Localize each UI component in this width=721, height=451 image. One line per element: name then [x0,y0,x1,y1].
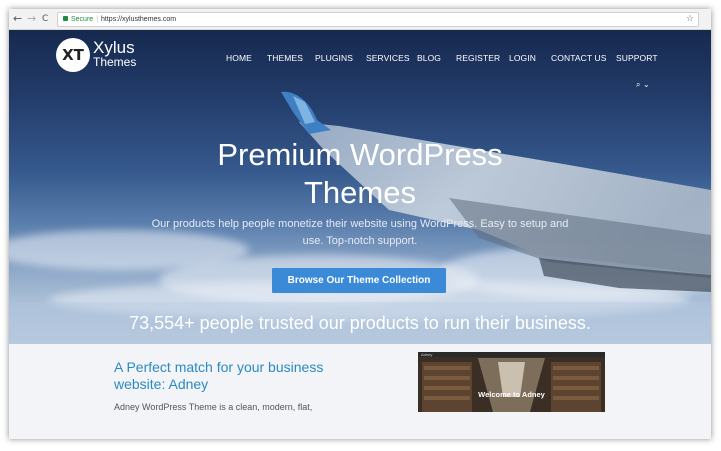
url-text: https://xylusthemes.com [101,16,177,23]
nav-home[interactable]: HOME [226,53,252,63]
search-icon[interactable]: ⌕ ⌄ [636,80,650,90]
preview-caption: Welcome to Adney [478,390,545,399]
nav-support[interactable]: SUPPORT [616,53,658,63]
hero-section: XT Xylus Themes HOME THEMES PLUGINS SERV… [9,30,711,344]
brand-tagline[interactable]: Themes [93,55,136,69]
secure-label: Secure [71,16,94,23]
nav-register[interactable]: REGISTER [456,53,500,63]
address-bar[interactable]: Secure | https://xylusthemes.com ☆ [57,12,699,27]
nav-contact-us[interactable]: CONTACT US [551,53,606,63]
preview-brand: Adney [421,352,433,357]
feature-heading: A Perfect match for your business websit… [114,359,324,392]
lock-icon [63,15,68,21]
hero-subtitle: Our products help people monetize their … [151,218,569,247]
browser-window: ← → C Secure|https://xylusthemes.com ☆ [9,9,711,439]
bookmark-star-icon[interactable]: ☆ [686,13,694,26]
nav-blog[interactable]: BLOG [417,53,441,63]
reload-icon[interactable]: C [42,12,48,26]
browser-toolbar: ← → C Secure | https://xylusthemes.com ☆ [9,9,711,30]
browse-themes-button[interactable]: Browse Our Theme Collection [272,268,446,293]
feature-section: A Perfect match for your business websit… [9,344,711,439]
feature-description: Adney WordPress Theme is a clean, modern… [114,402,313,412]
library-illustration [418,352,605,412]
hero-title-line1: Premium WordPress [217,137,503,172]
nav-login[interactable]: LOGIN [509,53,536,63]
nav-themes[interactable]: THEMES [267,53,303,63]
hero-title-line2: Themes [304,175,416,210]
nav-plugins[interactable]: PLUGINS [315,53,353,63]
trust-statement: 73,554+ people trusted our products to r… [129,313,591,333]
preview-topbar [418,352,605,357]
site-logo-mark[interactable]: XT [56,38,90,72]
nav-services[interactable]: SERVICES [366,53,410,63]
back-icon[interactable]: ← [13,12,22,26]
forward-icon[interactable]: → [27,12,36,26]
theme-preview-image[interactable]: Adney Welcome to Adney [418,352,605,412]
